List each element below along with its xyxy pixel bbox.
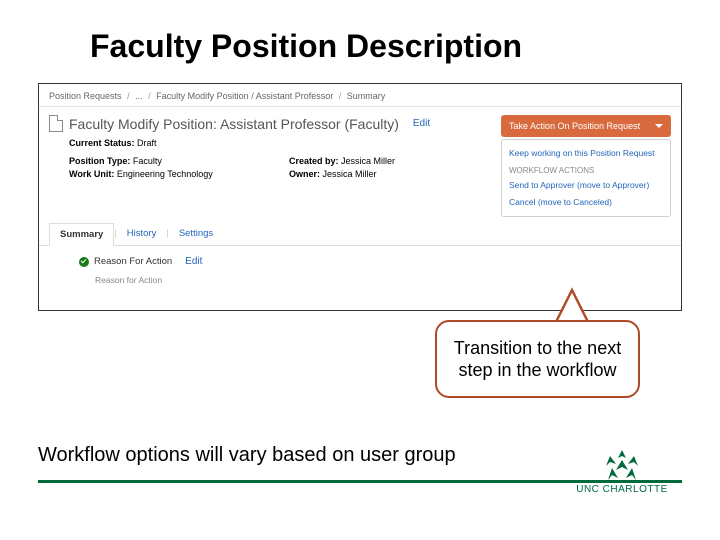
footer-note: Workflow options will vary based on user… [38,444,456,467]
check-circle-icon [79,257,89,267]
chevron-down-icon [655,124,663,128]
breadcrumb-separator: / [127,91,130,101]
tab-settings[interactable]: Settings [169,223,223,245]
breadcrumb: Position Requests / ... / Faculty Modify… [39,84,681,107]
edit-link[interactable]: Edit [413,118,430,129]
tab-history[interactable]: History [117,223,167,245]
tab-bar: Summary | History | Settings [39,223,681,246]
footer-rule [38,480,682,483]
breadcrumb-item[interactable]: Faculty Modify Position / Assistant Prof… [156,91,333,101]
app-screenshot-panel: Position Requests / ... / Faculty Modify… [38,83,682,311]
breadcrumb-item: ... [135,91,143,101]
section-reason-for-action: Reason For Action Edit [79,256,671,267]
document-icon [49,115,63,132]
annotation-callout: Transition to the next step in the workf… [435,320,640,398]
status-line: Current Status: Draft [69,138,489,148]
take-action-button[interactable]: Take Action On Position Request [501,115,671,137]
breadcrumb-separator: / [339,91,342,101]
action-menu: Keep working on this Position Request WO… [501,139,671,217]
tab-summary[interactable]: Summary [49,223,114,246]
page-title: Faculty Modify Position: Assistant Profe… [69,116,399,132]
menu-section-label: WORKFLOW ACTIONS [509,162,663,177]
menu-item-cancel[interactable]: Cancel (move to Canceled) [509,194,663,211]
meta-position-type: Position Type: Faculty [69,156,259,166]
logo-text: UNC CHARLOTTE [562,484,682,495]
breadcrumb-item: Summary [347,91,386,101]
breadcrumb-item[interactable]: Position Requests [49,91,122,101]
meta-owner: Owner: Jessica Miller [289,169,479,179]
edit-link[interactable]: Edit [185,256,202,267]
meta-work-unit: Work Unit: Engineering Technology [69,169,259,179]
menu-item-keep-working[interactable]: Keep working on this Position Request [509,145,663,162]
breadcrumb-separator: / [148,91,151,101]
meta-created-by: Created by: Jessica Miller [289,156,479,166]
slide-title: Faculty Position Description [0,0,720,83]
section-sub-label: Reason for Action [95,275,671,285]
menu-item-send-to-approver[interactable]: Send to Approver (move to Approver) [509,177,663,194]
unc-charlotte-logo: UNC CHARLOTTE [562,450,682,495]
